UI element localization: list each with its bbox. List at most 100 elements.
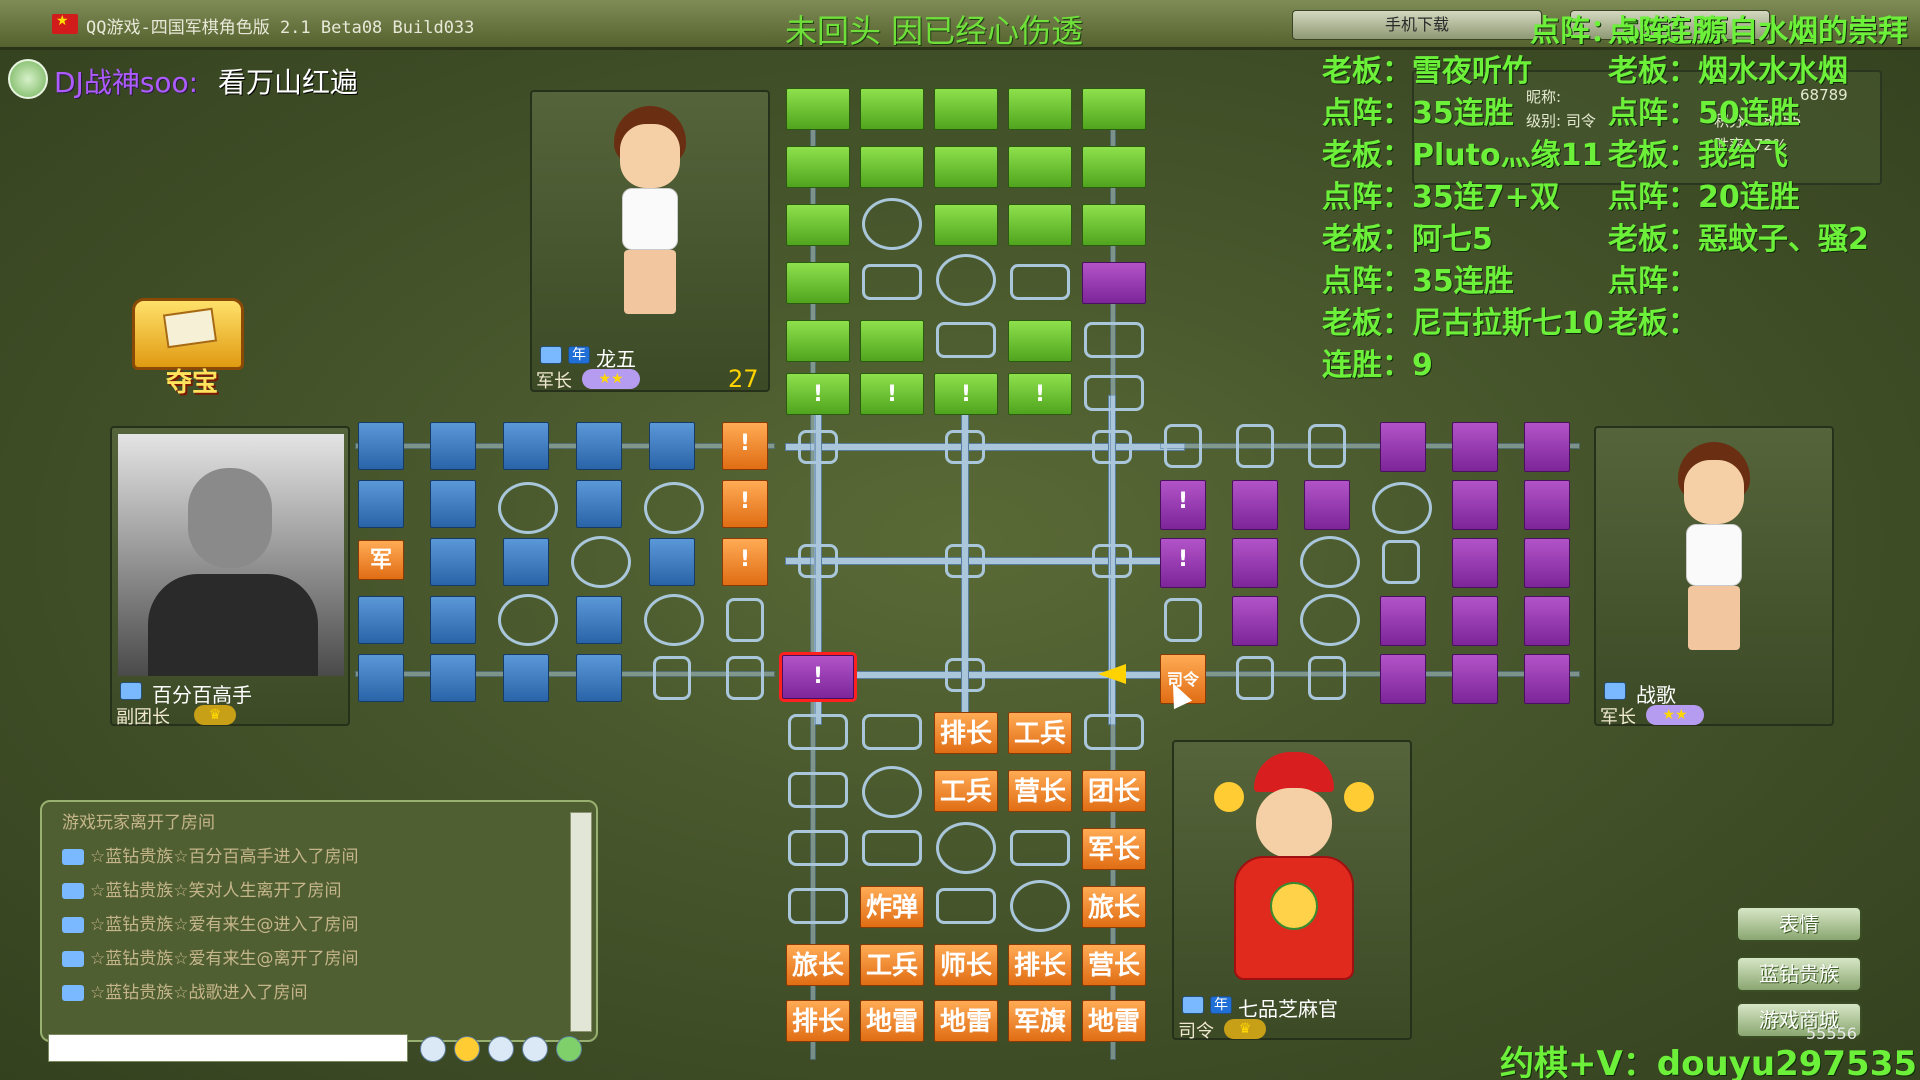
board-piece[interactable] — [1008, 320, 1072, 362]
chat-input[interactable] — [48, 1034, 408, 1062]
board-piece[interactable] — [934, 88, 998, 130]
board-camp[interactable] — [1372, 482, 1432, 534]
board-camp[interactable] — [1300, 594, 1360, 646]
board-piece[interactable] — [1380, 422, 1426, 472]
board-piece[interactable] — [1082, 88, 1146, 130]
board-slot[interactable] — [936, 322, 996, 358]
board-camp[interactable] — [644, 482, 704, 534]
board-slot[interactable] — [1084, 714, 1144, 750]
board-camp[interactable] — [862, 198, 922, 250]
board-piece-own[interactable]: 工兵 — [1008, 712, 1072, 754]
board-piece[interactable] — [358, 480, 404, 528]
emote-button[interactable]: 表情 — [1736, 906, 1862, 942]
board-piece-own[interactable]: 地雷 — [1082, 1000, 1146, 1042]
board-slot[interactable] — [1308, 424, 1346, 468]
board-piece-own[interactable]: 炸弹 — [860, 886, 924, 928]
board-piece-warning[interactable]: ! — [860, 373, 924, 415]
board-piece[interactable] — [1008, 88, 1072, 130]
board-slot[interactable] — [862, 830, 922, 866]
board-slot[interactable] — [945, 544, 985, 578]
board-piece-warning[interactable]: ! — [722, 422, 768, 470]
board-slot[interactable] — [1164, 598, 1202, 642]
vip-button[interactable]: 蓝钻贵族 — [1736, 956, 1862, 992]
board-slot[interactable] — [1092, 430, 1132, 464]
board-piece-own[interactable]: 旅长 — [1082, 886, 1146, 928]
board-piece[interactable] — [430, 654, 476, 702]
board-piece[interactable] — [430, 538, 476, 586]
board-slot[interactable] — [1084, 375, 1144, 411]
board-piece[interactable] — [1524, 480, 1570, 530]
board-piece[interactable] — [1082, 146, 1146, 188]
board-piece[interactable] — [1082, 204, 1146, 246]
board-piece[interactable] — [576, 480, 622, 528]
board-piece[interactable] — [576, 596, 622, 644]
board-slot[interactable] — [945, 658, 985, 692]
board-piece[interactable] — [358, 654, 404, 702]
board-piece-own[interactable]: 团长 — [1082, 770, 1146, 812]
board-piece-warning[interactable]: ! — [1008, 373, 1072, 415]
board-slot[interactable] — [1092, 544, 1132, 578]
board-slot[interactable] — [798, 544, 838, 578]
board-piece[interactable] — [934, 146, 998, 188]
board-piece[interactable] — [1082, 262, 1146, 304]
board-piece[interactable] — [1232, 596, 1278, 646]
board-piece[interactable] — [1008, 204, 1072, 246]
board-piece[interactable] — [1524, 422, 1570, 472]
board-piece-own[interactable]: 地雷 — [860, 1000, 924, 1042]
board-slot[interactable] — [726, 598, 764, 642]
board-slot[interactable] — [1084, 322, 1144, 358]
board-piece-warning[interactable]: ! — [722, 538, 768, 586]
board-slot[interactable] — [788, 772, 848, 808]
board-piece[interactable] — [786, 88, 850, 130]
board-camp[interactable] — [498, 594, 558, 646]
globe-icon[interactable] — [556, 1036, 582, 1062]
board-piece[interactable] — [860, 320, 924, 362]
board-piece-own[interactable]: 军旗 — [1008, 1000, 1072, 1042]
selected-enemy-piece[interactable]: ! — [779, 652, 857, 702]
board-piece-own[interactable]: 师长 — [934, 944, 998, 986]
chat-scrollbar[interactable] — [570, 812, 592, 1032]
board-piece-own[interactable]: 排长 — [934, 712, 998, 754]
board-slot[interactable] — [653, 656, 691, 700]
board-piece[interactable] — [1380, 596, 1426, 646]
board-piece[interactable] — [934, 204, 998, 246]
board-slot[interactable] — [1236, 424, 1274, 468]
board-piece-warning[interactable]: ! — [1160, 538, 1206, 588]
board-piece[interactable] — [786, 204, 850, 246]
board-piece-own[interactable]: 工兵 — [860, 944, 924, 986]
speaker-icon[interactable] — [488, 1036, 514, 1062]
board-piece[interactable] — [1232, 480, 1278, 530]
board-camp[interactable] — [1010, 880, 1070, 932]
board-piece[interactable] — [860, 88, 924, 130]
board-piece-own[interactable]: 地雷 — [934, 1000, 998, 1042]
board-piece-own[interactable]: 工兵 — [934, 770, 998, 812]
board-slot[interactable] — [862, 264, 922, 300]
board-piece[interactable] — [649, 422, 695, 470]
board-piece[interactable] — [1452, 596, 1498, 646]
board-piece-own[interactable]: 排长 — [1008, 944, 1072, 986]
board-piece[interactable] — [503, 654, 549, 702]
board-slot[interactable] — [936, 888, 996, 924]
board-piece[interactable] — [430, 596, 476, 644]
board-piece-own[interactable]: 营长 — [1008, 770, 1072, 812]
board-camp[interactable] — [936, 254, 996, 306]
board-piece[interactable] — [503, 538, 549, 586]
board-slot[interactable] — [945, 430, 985, 464]
board-piece-warning[interactable]: ! — [934, 373, 998, 415]
board-piece[interactable] — [503, 422, 549, 470]
board-slot[interactable] — [1382, 540, 1420, 584]
board-piece-warning[interactable]: ! — [722, 480, 768, 528]
board-piece[interactable] — [1452, 538, 1498, 588]
board-piece[interactable] — [786, 262, 850, 304]
board-piece[interactable] — [1008, 146, 1072, 188]
board-piece[interactable] — [576, 654, 622, 702]
board-piece[interactable] — [1524, 654, 1570, 704]
board-piece[interactable] — [1524, 538, 1570, 588]
board-slot[interactable] — [726, 656, 764, 700]
board-slot[interactable] — [1164, 424, 1202, 468]
board-piece[interactable] — [786, 320, 850, 362]
board-camp[interactable] — [1300, 536, 1360, 588]
board-piece[interactable] — [786, 146, 850, 188]
board-slot[interactable] — [1236, 656, 1274, 700]
board-piece-own[interactable]: 军 — [358, 540, 404, 580]
